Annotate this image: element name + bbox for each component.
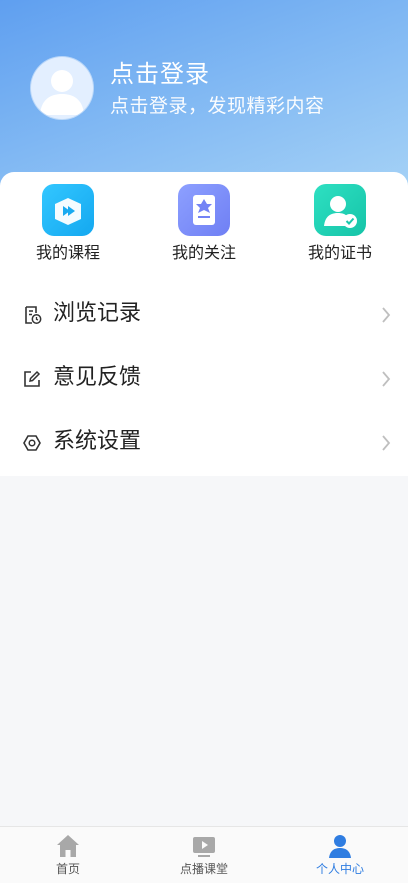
feedback-edit-icon [24,370,41,387]
course-play-icon [42,184,94,236]
chevron-right-icon [382,371,391,387]
history-icon [25,306,42,324]
menu-item-feedback[interactable]: 意见反馈 [0,347,408,411]
chevron-right-icon [382,307,391,323]
tab-video[interactable]: 点播课堂 [136,827,272,883]
menu-label-settings: 系统设置 [53,429,142,454]
home-icon [57,835,79,857]
tab-label-home: 首页 [55,862,80,876]
follow-bookmark-icon [178,184,230,236]
menu-item-history[interactable]: 浏览记录 [0,283,408,347]
login-title[interactable]: 点击登录 [110,59,210,89]
settings-icon [23,435,41,451]
tab-label-profile: 个人中心 [315,862,364,876]
my-courses-button[interactable]: 我的课程 [18,184,118,264]
menu-label-history: 浏览记录 [53,301,142,326]
video-play-icon [193,837,215,857]
certificate-user-icon [314,184,366,236]
profile-icon [329,835,351,858]
my-follows-label: 我的关注 [171,243,236,262]
tab-home[interactable]: 首页 [0,827,136,883]
login-subtitle[interactable]: 点击登录，发现精彩内容 [110,94,325,118]
tab-profile[interactable]: 个人中心 [272,827,408,883]
my-courses-label: 我的课程 [35,243,100,262]
my-follows-button[interactable]: 我的关注 [154,184,254,264]
menu-label-feedback: 意见反馈 [53,365,142,390]
user-avatar-icon[interactable] [31,57,93,119]
tab-label-video: 点播课堂 [179,862,228,876]
menu-item-settings[interactable]: 系统设置 [0,411,408,475]
my-certificates-button[interactable]: 我的证书 [290,184,390,264]
chevron-right-icon [382,435,391,451]
my-certificates-label: 我的证书 [307,243,372,262]
bottom-tab-bar: 首页 点播课堂 个人中心 [0,826,408,883]
